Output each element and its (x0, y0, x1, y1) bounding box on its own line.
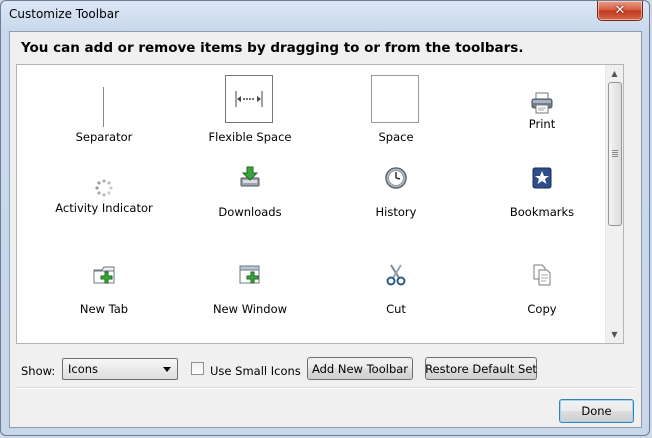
chevron-down-icon (163, 367, 171, 372)
palette-item-space[interactable]: Space (326, 65, 466, 145)
close-button[interactable]: ✕ (597, 1, 643, 21)
palette-item-flexible-space[interactable]: Flexible Space (180, 65, 320, 145)
customize-toolbar-window: Customize Toolbar ✕ You can add or remov… (0, 0, 650, 436)
palette-item-copy[interactable]: Copy (472, 263, 612, 323)
flexible-space-icon (225, 75, 273, 123)
palette-item-print[interactable]: Print (472, 79, 612, 139)
item-label: Space (378, 130, 414, 144)
item-label: Print (528, 117, 556, 131)
item-label: History (375, 205, 417, 219)
show-select[interactable]: Icons (62, 358, 178, 380)
divider (16, 387, 636, 389)
item-label: Copy (527, 302, 557, 316)
downloads-icon (240, 166, 260, 187)
scroll-down-arrow-icon[interactable]: ▼ (606, 326, 623, 343)
palette-item-downloads[interactable]: Downloads (180, 165, 320, 225)
options-row: Show: Icons Use Small Icons Add New Tool… (10, 352, 641, 382)
item-label: Activity Indicator (55, 201, 153, 215)
new-tab-icon (93, 266, 115, 284)
palette-item-bookmarks[interactable]: Bookmarks (472, 165, 612, 225)
new-window-icon (239, 265, 260, 284)
palette-item-cut[interactable]: Cut (326, 263, 466, 323)
item-label: Cut (386, 302, 406, 316)
vertical-scrollbar[interactable]: ▲ ▼ (605, 65, 623, 343)
toolbar-item-palette: Separator Flexible Space Space Print Act… (16, 64, 624, 344)
scroll-up-arrow-icon[interactable]: ▲ (606, 65, 623, 82)
use-small-icons-checkbox[interactable] (191, 362, 204, 375)
copy-icon (533, 264, 551, 286)
scissors-icon (386, 264, 406, 286)
palette-item-new-window[interactable]: New Window (180, 263, 320, 323)
bookmark-star-icon (532, 167, 552, 189)
item-label: Downloads (218, 205, 282, 219)
title-bar[interactable]: Customize Toolbar ✕ (1, 1, 649, 31)
palette-item-separator[interactable]: Separator (34, 75, 174, 145)
palette-item-new-tab[interactable]: New Tab (34, 263, 174, 323)
dialog-client-area: You can add or remove items by dragging … (9, 31, 642, 428)
show-select-value: Icons (68, 362, 99, 376)
window-title: Customize Toolbar (9, 7, 120, 21)
printer-icon (531, 92, 553, 114)
item-label: Separator (75, 130, 133, 144)
done-button[interactable]: Done (559, 399, 634, 423)
close-icon: ✕ (614, 3, 626, 18)
scrollbar-thumb[interactable] (608, 82, 622, 226)
palette-item-history[interactable]: History (326, 165, 466, 225)
item-label: Bookmarks (509, 205, 575, 219)
instructions-text: You can add or remove items by dragging … (21, 40, 524, 56)
restore-default-set-button[interactable]: Restore Default Set (425, 357, 537, 380)
item-label: New Tab (79, 302, 129, 316)
palette-grid: Separator Flexible Space Space Print Act… (17, 65, 607, 343)
space-box (371, 75, 419, 123)
separator-line (103, 87, 104, 127)
show-label: Show: (21, 364, 56, 378)
throbber-icon (95, 179, 113, 197)
item-label: Flexible Space (208, 130, 292, 144)
add-new-toolbar-button[interactable]: Add New Toolbar (307, 357, 413, 380)
palette-item-activity-indicator[interactable]: Activity Indicator (34, 165, 174, 225)
item-label: New Window (212, 302, 288, 316)
history-clock-icon (385, 167, 407, 189)
use-small-icons-label[interactable]: Use Small Icons (210, 364, 301, 378)
